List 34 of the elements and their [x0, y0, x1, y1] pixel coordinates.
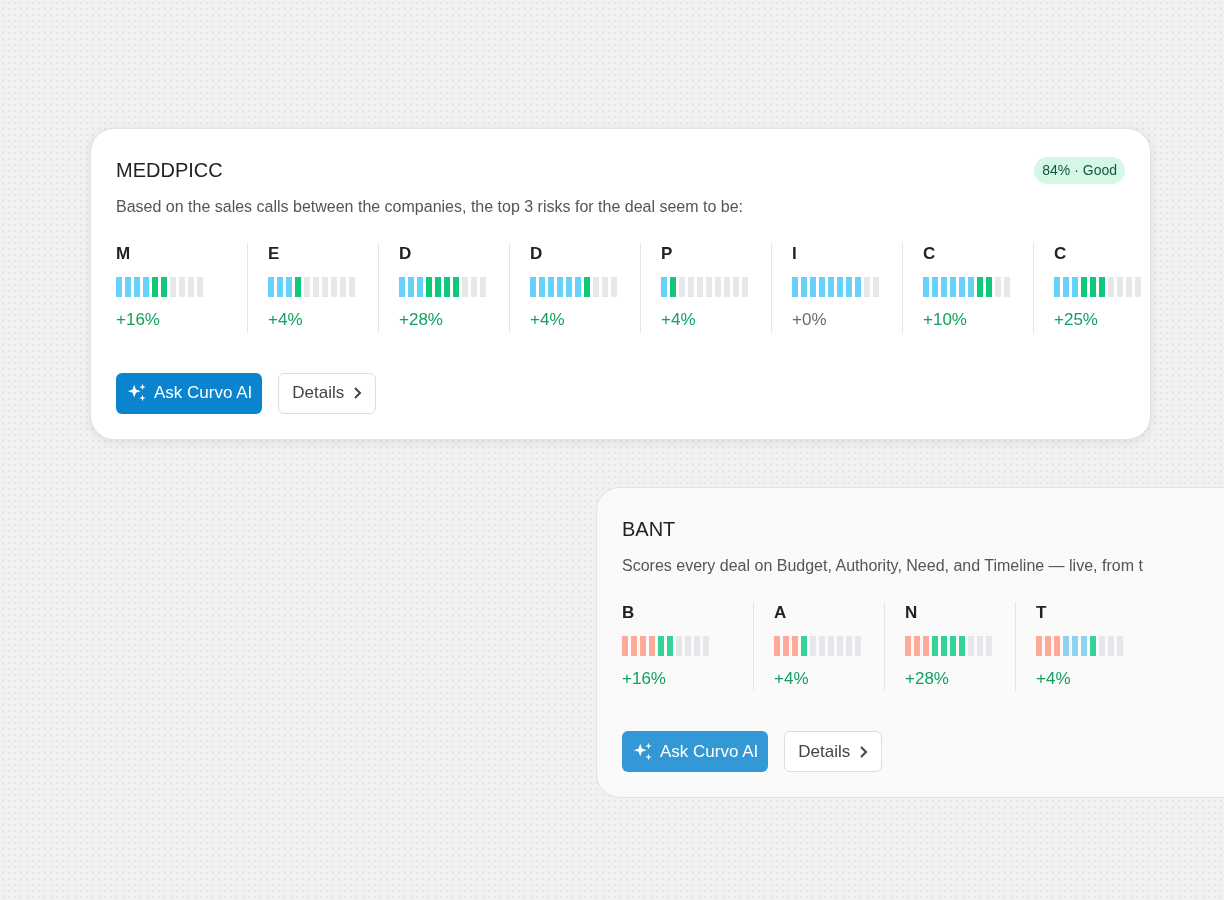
metric-letter: I: [792, 243, 797, 265]
card-title: MEDDPICC: [116, 158, 223, 183]
card-description: Scores every deal on Budget, Authority, Need, and Timeline — live, from t: [622, 555, 1144, 576]
metric-letter: C: [923, 243, 936, 265]
metric-change: +16%: [116, 309, 160, 331]
metric-change: +4%: [774, 667, 809, 690]
metric-change: +4%: [268, 309, 303, 331]
metric-change: +4%: [1036, 667, 1071, 690]
metric-change: +28%: [399, 309, 443, 331]
metric-change: +25%: [1054, 309, 1098, 331]
details-button[interactable]: Details: [784, 731, 883, 772]
metric-change: +16%: [622, 667, 666, 690]
metric-change: +4%: [530, 309, 565, 331]
card-description: Based on the sales calls between the companies, the top 3 risks for the deal seem to be:: [116, 197, 745, 217]
metric-letter: T: [1036, 601, 1047, 624]
metric-letter: B: [622, 601, 635, 624]
score-badge: 84% · Good: [1034, 156, 1125, 184]
metric-change: +0%: [792, 309, 827, 331]
chevron-right-icon: [352, 386, 363, 400]
ask-ai-button[interactable]: Ask Curvo AI: [116, 372, 263, 414]
metric-letter: E: [268, 243, 280, 265]
metric-change: +10%: [923, 309, 967, 331]
metric-letter: D: [399, 243, 412, 265]
metric-letter: M: [116, 243, 131, 265]
metric-letter: A: [774, 601, 787, 624]
metric-letter: P: [661, 243, 673, 265]
chevron-right-icon: [858, 744, 869, 759]
card-title: BANT: [622, 516, 676, 542]
details-button[interactable]: Details: [278, 372, 377, 414]
metric-letter: D: [530, 243, 543, 265]
metric-change: +4%: [661, 309, 696, 331]
metric-letter: C: [1054, 243, 1067, 265]
metric-change: +28%: [905, 667, 949, 690]
metric-letter: N: [905, 601, 918, 624]
